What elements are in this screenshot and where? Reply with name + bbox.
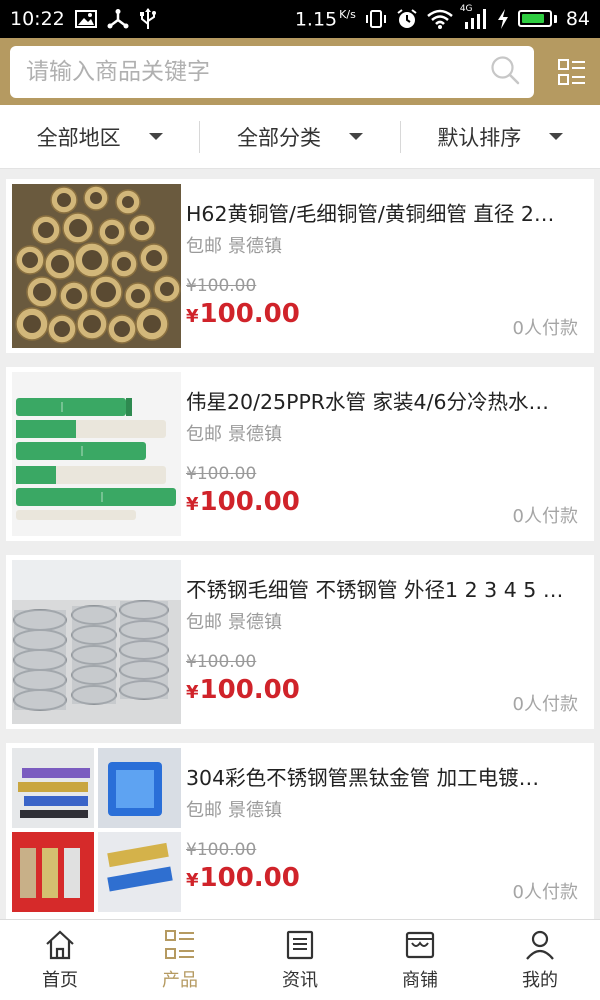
product-card[interactable]: 伟星20/25PPR水管 家装4/6分冷热水… 包邮 景德镇 ¥100.00 ¥…	[6, 367, 594, 541]
nav-label: 我的	[522, 970, 558, 991]
signal-icon: 4G	[460, 4, 488, 30]
search-icon[interactable]	[490, 55, 520, 89]
product-grid-icon	[163, 928, 197, 962]
nav-label: 产品	[162, 970, 198, 991]
bottom-nav: 首页 产品 资讯 商铺 我的	[0, 919, 600, 1000]
list-menu-icon[interactable]	[554, 54, 590, 90]
original-price: ¥100.00	[186, 276, 257, 296]
share-icon	[107, 9, 129, 29]
product-meta: 包邮 景德镇	[186, 232, 282, 258]
filter-label: 全部地区	[36, 125, 121, 150]
caret-down-icon	[148, 133, 163, 140]
buyers-count: 0人付款	[512, 506, 578, 527]
nav-products[interactable]: 产品	[120, 920, 240, 1000]
brass-pipes-image[interactable]	[12, 184, 181, 348]
filter-region[interactable]: 全部地区	[0, 121, 199, 153]
filter-label: 全部分类	[236, 125, 321, 150]
caret-down-icon	[348, 133, 363, 140]
product-title[interactable]: H62黄铜管/毛细铜管/黄铜细管 直径 2…	[186, 197, 582, 227]
filter-category[interactable]: 全部分类	[199, 120, 399, 153]
buyers-count: 0人付款	[512, 318, 578, 339]
usb-icon	[139, 8, 157, 30]
steel-coils-image[interactable]	[12, 560, 181, 724]
ppr-pipes-image[interactable]	[12, 372, 181, 536]
product-location: 景德镇	[228, 612, 282, 633]
search-box[interactable]	[10, 45, 534, 98]
price-value: 100.00	[199, 487, 300, 517]
original-price: ¥100.00	[186, 652, 257, 672]
home-icon	[43, 928, 77, 962]
buyers-count: 0人付款	[512, 694, 578, 715]
network-type: 4G	[459, 3, 473, 14]
status-bar: 10:22 1.15 K/s 4G 84	[0, 0, 600, 38]
search-input[interactable]	[26, 58, 490, 85]
battery-icon	[517, 10, 557, 28]
product-title[interactable]: 不锈钢毛细管 不锈钢管 外径1 2 3 4 5 …	[186, 573, 582, 603]
buyers-count: 0人付款	[512, 882, 578, 903]
alarm-icon	[396, 8, 418, 30]
nav-home[interactable]: 首页	[0, 920, 120, 1000]
shipping-tag: 包邮	[186, 236, 222, 257]
product-location: 景德镇	[228, 236, 282, 257]
filter-label: 默认排序	[437, 125, 522, 150]
product-meta: 包邮 景德镇	[186, 796, 282, 822]
shop-icon	[403, 928, 437, 962]
original-price: ¥100.00	[186, 464, 257, 484]
product-card[interactable]: 304彩色不锈钢管黑钛金管 加工电镀… 包邮 景德镇 ¥100.00 ¥100.…	[6, 743, 594, 919]
currency-symbol: ¥	[186, 870, 199, 891]
original-price: ¥100.00	[186, 840, 257, 860]
nav-label: 资讯	[282, 970, 318, 991]
price-value: 100.00	[199, 299, 300, 329]
price-value: 100.00	[199, 675, 300, 705]
colored-steel-tubes-image[interactable]	[12, 748, 181, 912]
network-speed: 1.15 K/s	[294, 7, 356, 31]
battery-level: 84	[565, 7, 590, 30]
header	[0, 38, 600, 105]
product-location: 景德镇	[228, 424, 282, 445]
gallery-icon	[74, 10, 97, 28]
user-icon	[523, 928, 557, 962]
nav-shop[interactable]: 商铺	[360, 920, 480, 1000]
product-meta: 包邮 景德镇	[186, 608, 282, 634]
product-meta: 包邮 景德镇	[186, 420, 282, 446]
currency-symbol: ¥	[186, 306, 199, 327]
network-speed-unit: K/s	[339, 7, 356, 21]
shipping-tag: 包邮	[186, 612, 222, 633]
product-price: ¥100.00	[186, 299, 300, 329]
shipping-tag: 包邮	[186, 424, 222, 445]
caret-down-icon	[549, 133, 564, 140]
product-price: ¥100.00	[186, 863, 300, 893]
product-price: ¥100.00	[186, 487, 300, 517]
nav-me[interactable]: 我的	[480, 920, 600, 1000]
wifi-icon	[427, 9, 453, 29]
status-time: 10:22	[10, 8, 65, 30]
vibrate-icon	[365, 9, 387, 29]
product-card[interactable]: 不锈钢毛细管 不锈钢管 外径1 2 3 4 5 … 包邮 景德镇 ¥100.00…	[6, 555, 594, 729]
charging-icon	[497, 8, 509, 29]
nav-label: 首页	[42, 970, 78, 991]
shipping-tag: 包邮	[186, 800, 222, 821]
filter-bar: 全部地区 全部分类 默认排序	[0, 105, 600, 169]
product-card[interactable]: H62黄铜管/毛细铜管/黄铜细管 直径 2… 包邮 景德镇 ¥100.00 ¥1…	[6, 179, 594, 353]
currency-symbol: ¥	[186, 682, 199, 703]
currency-symbol: ¥	[186, 494, 199, 515]
product-title[interactable]: 伟星20/25PPR水管 家装4/6分冷热水…	[186, 385, 582, 415]
nav-news[interactable]: 资讯	[240, 920, 360, 1000]
price-value: 100.00	[199, 863, 300, 893]
product-title[interactable]: 304彩色不锈钢管黑钛金管 加工电镀…	[186, 761, 582, 791]
battery-fill	[521, 14, 544, 24]
product-price: ¥100.00	[186, 675, 300, 705]
filter-sort[interactable]: 默认排序	[399, 120, 600, 153]
product-location: 景德镇	[228, 800, 282, 821]
nav-label: 商铺	[402, 970, 438, 991]
news-icon	[283, 928, 317, 962]
